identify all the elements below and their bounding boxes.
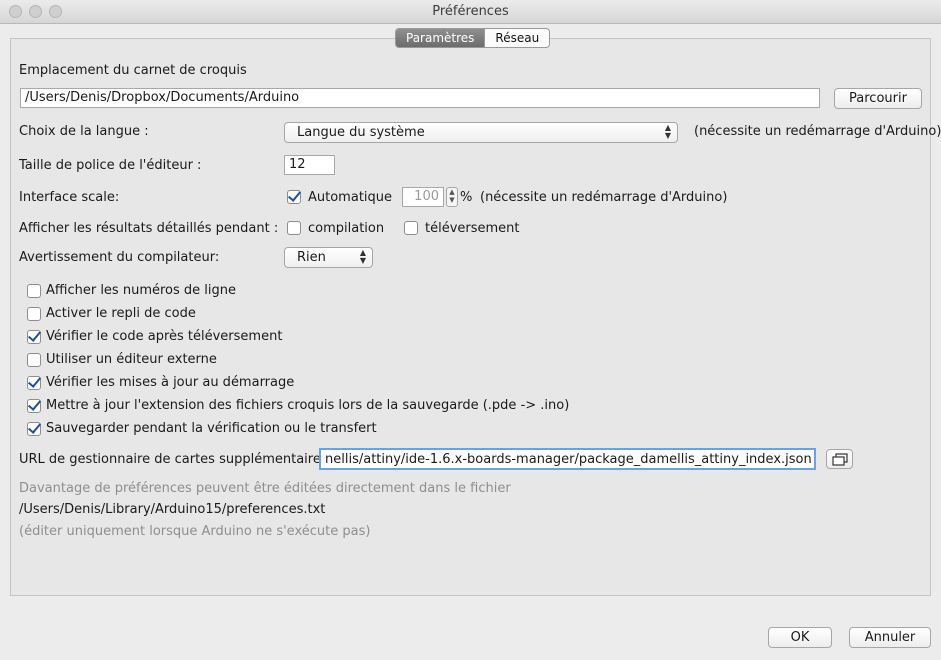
verbose-upload-label: téléversement (425, 221, 520, 236)
prefs-edit-hint: (éditer uniquement lorsque Arduino ne s'… (19, 524, 371, 539)
language-restart-note: (nécessite un redémarrage d'Arduino) (694, 124, 941, 139)
updown-arrows-icon: ▲ ▼ (359, 248, 366, 265)
window-title: Préférences (432, 4, 509, 19)
ok-button[interactable]: OK (768, 627, 832, 648)
option-external-editor-checkbox[interactable] (27, 353, 41, 367)
warnings-label: Avertissement du compilateur: (19, 250, 220, 265)
updown-arrows-icon: ▲ ▼ (664, 123, 671, 140)
option-check-updates-checkbox[interactable] (27, 376, 41, 390)
option-external-editor-label: Utiliser un éditeur externe (46, 352, 217, 367)
settings-panel: Emplacement du carnet de croquis /Users/… (10, 38, 941, 596)
cancel-button[interactable]: Annuler (849, 627, 931, 648)
title-bar: Préférences (0, 0, 941, 24)
option-code-folding-label: Activer le repli de code (46, 306, 196, 321)
verbose-compile-label: compilation (308, 221, 385, 236)
option-code-folding-checkbox[interactable] (27, 307, 41, 321)
windows-icon (831, 453, 848, 466)
edit-urls-button[interactable] (826, 449, 853, 469)
option-save-on-verify-checkbox[interactable] (27, 422, 41, 436)
auto-scale-checkbox[interactable] (287, 190, 301, 204)
language-select[interactable]: Langue du système ▲ ▼ (284, 122, 678, 143)
font-size-label: Taille de police de l'éditeur : (19, 158, 202, 173)
option-verify-upload-checkbox[interactable] (27, 330, 41, 344)
interface-scale-label: Interface scale: (19, 190, 120, 205)
scale-restart-note: (nécessite un redémarrage d'Arduino) (480, 190, 728, 205)
scale-unit: % (460, 190, 473, 205)
option-line-numbers-label: Afficher les numéros de ligne (46, 283, 236, 298)
verbose-label: Afficher les résultats détaillés pendant… (19, 221, 279, 236)
more-prefs-note: Davantage de préférences peuvent être éd… (19, 481, 511, 496)
sketchbook-path-field[interactable]: /Users/Denis/Dropbox/Documents/Arduino (20, 88, 820, 108)
auto-scale-label: Automatique (308, 190, 393, 205)
browse-button[interactable]: Parcourir (834, 88, 922, 109)
warnings-select[interactable]: Rien ▲ ▼ (284, 247, 373, 268)
option-update-extension-label: Mettre à jour l'extension des fichiers c… (46, 398, 570, 413)
font-size-field[interactable]: 12 (284, 155, 335, 175)
sketchbook-label: Emplacement du carnet de croquis (19, 63, 247, 78)
boards-url-field[interactable]: nellis/attiny/ide-1.6.x-boards-manager/p… (319, 448, 816, 470)
scale-value-field[interactable]: 100 (402, 187, 444, 207)
verbose-compile-checkbox[interactable] (287, 221, 301, 235)
option-check-updates-label: Vérifier les mises à jour au démarrage (46, 375, 295, 390)
language-selected: Langue du système (297, 125, 425, 140)
language-label: Choix de la langue : (19, 124, 149, 139)
prefs-file-path: /Users/Denis/Library/Arduino15/preferenc… (19, 502, 326, 517)
boards-url-label: URL de gestionnaire de cartes supplément… (19, 452, 328, 467)
option-line-numbers-checkbox[interactable] (27, 284, 41, 298)
tab-bar: Paramètres Réseau (395, 28, 551, 48)
scale-stepper[interactable]: ▲ ▼ (446, 187, 458, 207)
option-update-extension-checkbox[interactable] (27, 399, 41, 413)
tab-reseau[interactable]: Réseau (484, 29, 549, 47)
option-verify-upload-label: Vérifier le code après téléversement (46, 329, 283, 344)
option-save-on-verify-label: Sauvegarder pendant la vérification ou l… (46, 421, 377, 436)
verbose-upload-checkbox[interactable] (404, 221, 418, 235)
tab-parametres[interactable]: Paramètres (396, 29, 485, 47)
warnings-selected: Rien (297, 250, 326, 265)
